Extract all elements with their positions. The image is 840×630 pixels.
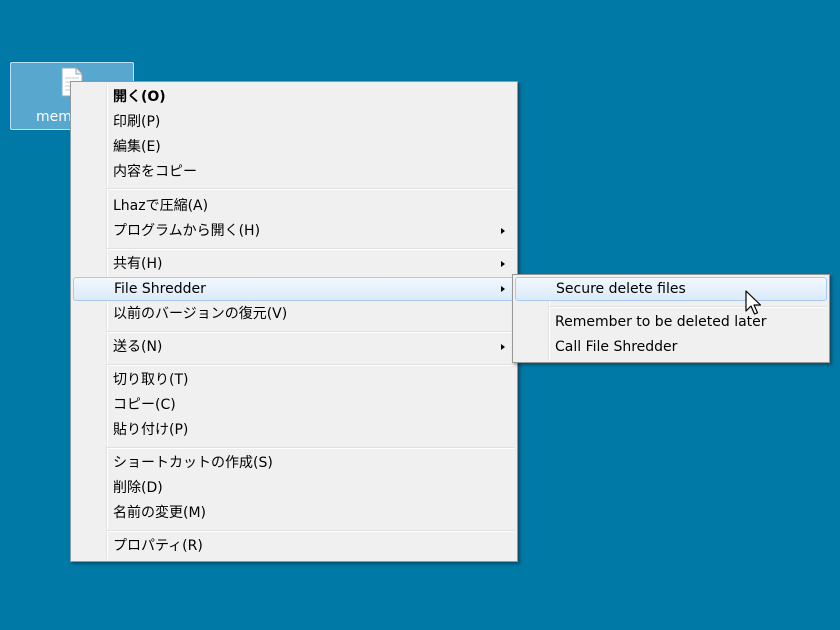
menu-item-label: ショートカットの作成(S): [113, 455, 273, 471]
submenu-item-label: Secure delete files: [556, 281, 686, 297]
menu-separator: [107, 530, 515, 532]
menu-separator: [107, 364, 515, 366]
menu-item-open[interactable]: 開く(O): [73, 85, 515, 109]
submenu-item-call-file-shredder[interactable]: Call File Shredder: [515, 335, 827, 359]
menu-separator: [107, 331, 515, 333]
context-menu: 開く(O) 印刷(P) 編集(E) 内容をコピー Lhazで圧縮(A) プログラ…: [70, 81, 518, 562]
menu-separator: [107, 447, 515, 449]
menu-item-compress-lhaz[interactable]: Lhazで圧縮(A): [73, 194, 515, 218]
menu-item-label: File Shredder: [114, 281, 206, 297]
menu-item-cut[interactable]: 切り取り(T): [73, 368, 515, 392]
menu-item-label: Lhazで圧縮(A): [113, 198, 209, 214]
menu-item-send-to[interactable]: 送る(N): [73, 335, 515, 359]
menu-item-copy[interactable]: コピー(C): [73, 393, 515, 417]
menu-item-label: 印刷(P): [113, 114, 161, 130]
menu-separator: [107, 188, 515, 190]
menu-item-share[interactable]: 共有(H): [73, 252, 515, 276]
menu-item-label: 貼り付け(P): [113, 422, 189, 438]
menu-item-file-shredder[interactable]: File Shredder: [73, 277, 515, 301]
menu-item-label: 開く(O): [113, 89, 166, 105]
menu-item-restore-previous-versions[interactable]: 以前のバージョンの復元(V): [73, 302, 515, 326]
submenu-item-label: Remember to be deleted later: [555, 314, 767, 330]
menu-item-copy-contents[interactable]: 内容をコピー: [73, 160, 515, 184]
submenu-item-label: Call File Shredder: [555, 339, 678, 355]
menu-item-print[interactable]: 印刷(P): [73, 110, 515, 134]
menu-item-label: プログラムから開く(H): [113, 223, 261, 239]
menu-item-open-with[interactable]: プログラムから開く(H): [73, 219, 515, 243]
menu-item-label: 共有(H): [113, 256, 163, 272]
menu-item-label: コピー(C): [113, 397, 176, 413]
menu-item-rename[interactable]: 名前の変更(M): [73, 501, 515, 525]
menu-item-label: 切り取り(T): [113, 372, 189, 388]
menu-item-label: 内容をコピー: [113, 164, 197, 180]
menu-item-label: プロパティ(R): [113, 538, 203, 554]
menu-item-label: 編集(E): [113, 139, 161, 155]
submenu-item-remember-delete-later[interactable]: Remember to be deleted later: [515, 310, 827, 334]
submenu-arrow-icon: [501, 344, 505, 350]
menu-item-paste[interactable]: 貼り付け(P): [73, 418, 515, 442]
menu-item-label: 送る(N): [113, 339, 163, 355]
submenu-arrow-icon: [501, 228, 505, 234]
submenu-item-secure-delete[interactable]: Secure delete files: [515, 277, 827, 301]
menu-item-properties[interactable]: プロパティ(R): [73, 534, 515, 558]
menu-item-label: 以前のバージョンの復元(V): [113, 306, 288, 322]
menu-item-label: 名前の変更(M): [113, 505, 207, 521]
menu-separator: [107, 248, 515, 250]
submenu-arrow-icon: [501, 286, 505, 292]
submenu-arrow-icon: [501, 261, 505, 267]
file-shredder-submenu: Secure delete files Remember to be delet…: [512, 274, 830, 363]
arrow-cursor-icon: [745, 290, 762, 315]
menu-item-delete[interactable]: 削除(D): [73, 476, 515, 500]
menu-item-create-shortcut[interactable]: ショートカットの作成(S): [73, 451, 515, 475]
menu-item-edit[interactable]: 編集(E): [73, 135, 515, 159]
menu-separator: [549, 306, 827, 308]
menu-item-label: 削除(D): [113, 480, 163, 496]
